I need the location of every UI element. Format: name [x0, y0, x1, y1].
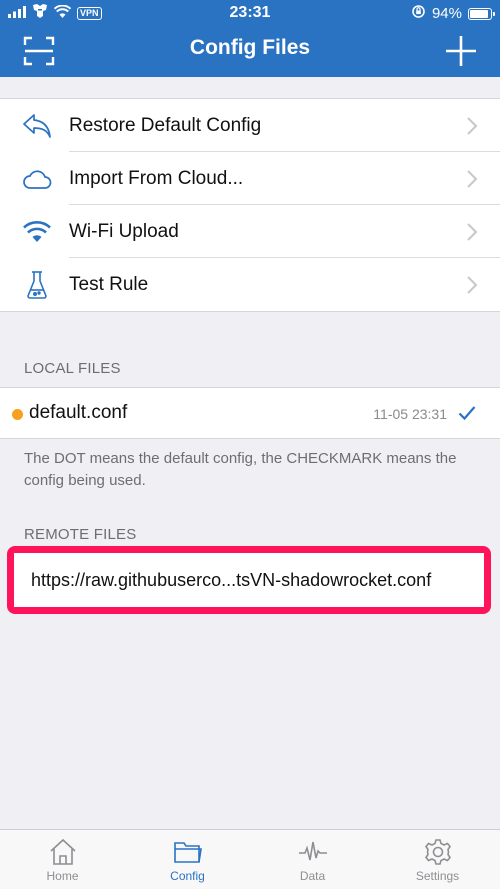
tab-config[interactable]: Config	[125, 830, 250, 889]
wifi-upload-row[interactable]: Wi-Fi Upload	[0, 205, 500, 258]
tab-bar: Home Config Data Settings	[0, 829, 500, 889]
page-title: Config Files	[189, 36, 311, 59]
wifi-upload-label: Wi-Fi Upload	[69, 220, 179, 242]
restore-default-config-label: Restore Default Config	[69, 114, 262, 136]
remote-files-header: REMOTE FILES	[24, 526, 137, 543]
test-rule-label: Test Rule	[69, 273, 149, 295]
remote-file-url: https://raw.githubuserco...tsVN-shadowro…	[31, 569, 432, 590]
chevron-right-icon	[466, 169, 478, 189]
tab-settings[interactable]: Settings	[375, 830, 500, 889]
flask-icon	[22, 270, 52, 300]
import-from-cloud-label: Import From Cloud...	[69, 167, 244, 189]
chevron-right-icon	[466, 275, 478, 295]
cloud-icon	[22, 164, 52, 194]
checkmark-icon	[458, 405, 476, 421]
chevron-right-icon	[466, 222, 478, 242]
local-file-row[interactable]: default.conf 11-05 23:31	[0, 387, 500, 439]
tab-home[interactable]: Home	[0, 830, 125, 889]
tab-config-label: Config	[170, 869, 205, 883]
tab-settings-label: Settings	[415, 869, 460, 883]
pulse-icon	[298, 838, 328, 866]
local-files-note: The DOT means the default config, the CH…	[24, 450, 457, 489]
chevron-right-icon	[466, 116, 478, 136]
navigation-bar: VPN 23:31 94% Config Files	[0, 0, 500, 77]
folder-icon	[173, 838, 203, 866]
tab-home-label: Home	[46, 869, 79, 883]
remote-file-row[interactable]: https://raw.githubuserco...tsVN-shadowro…	[14, 553, 484, 607]
gear-icon	[423, 838, 453, 866]
plus-icon	[446, 36, 476, 66]
file-timestamp: 11-05 23:31	[373, 406, 447, 422]
add-config-button[interactable]	[444, 34, 478, 68]
undo-arrow-icon	[22, 111, 52, 141]
tab-data-label: Data	[299, 869, 326, 883]
wifi-icon	[22, 217, 52, 247]
test-rule-row[interactable]: Test Rule	[0, 258, 500, 311]
tab-data[interactable]: Data	[250, 830, 375, 889]
status-bar: VPN 23:31 94%	[0, 0, 500, 26]
battery-icon	[468, 7, 495, 20]
file-name: default.conf	[29, 402, 128, 423]
battery-percent: 94%	[431, 5, 462, 22]
highlight-frame: https://raw.githubuserco...tsVN-shadowro…	[7, 546, 491, 614]
home-icon	[48, 838, 78, 866]
import-from-cloud-row[interactable]: Import From Cloud...	[0, 152, 500, 205]
orientation-lock-icon	[411, 4, 426, 23]
restore-default-config-row[interactable]: Restore Default Config	[0, 99, 500, 152]
actions-list: Restore Default Config Import From Cloud…	[0, 98, 500, 312]
local-files-header: LOCAL FILES	[24, 360, 121, 377]
default-config-dot	[12, 409, 23, 420]
